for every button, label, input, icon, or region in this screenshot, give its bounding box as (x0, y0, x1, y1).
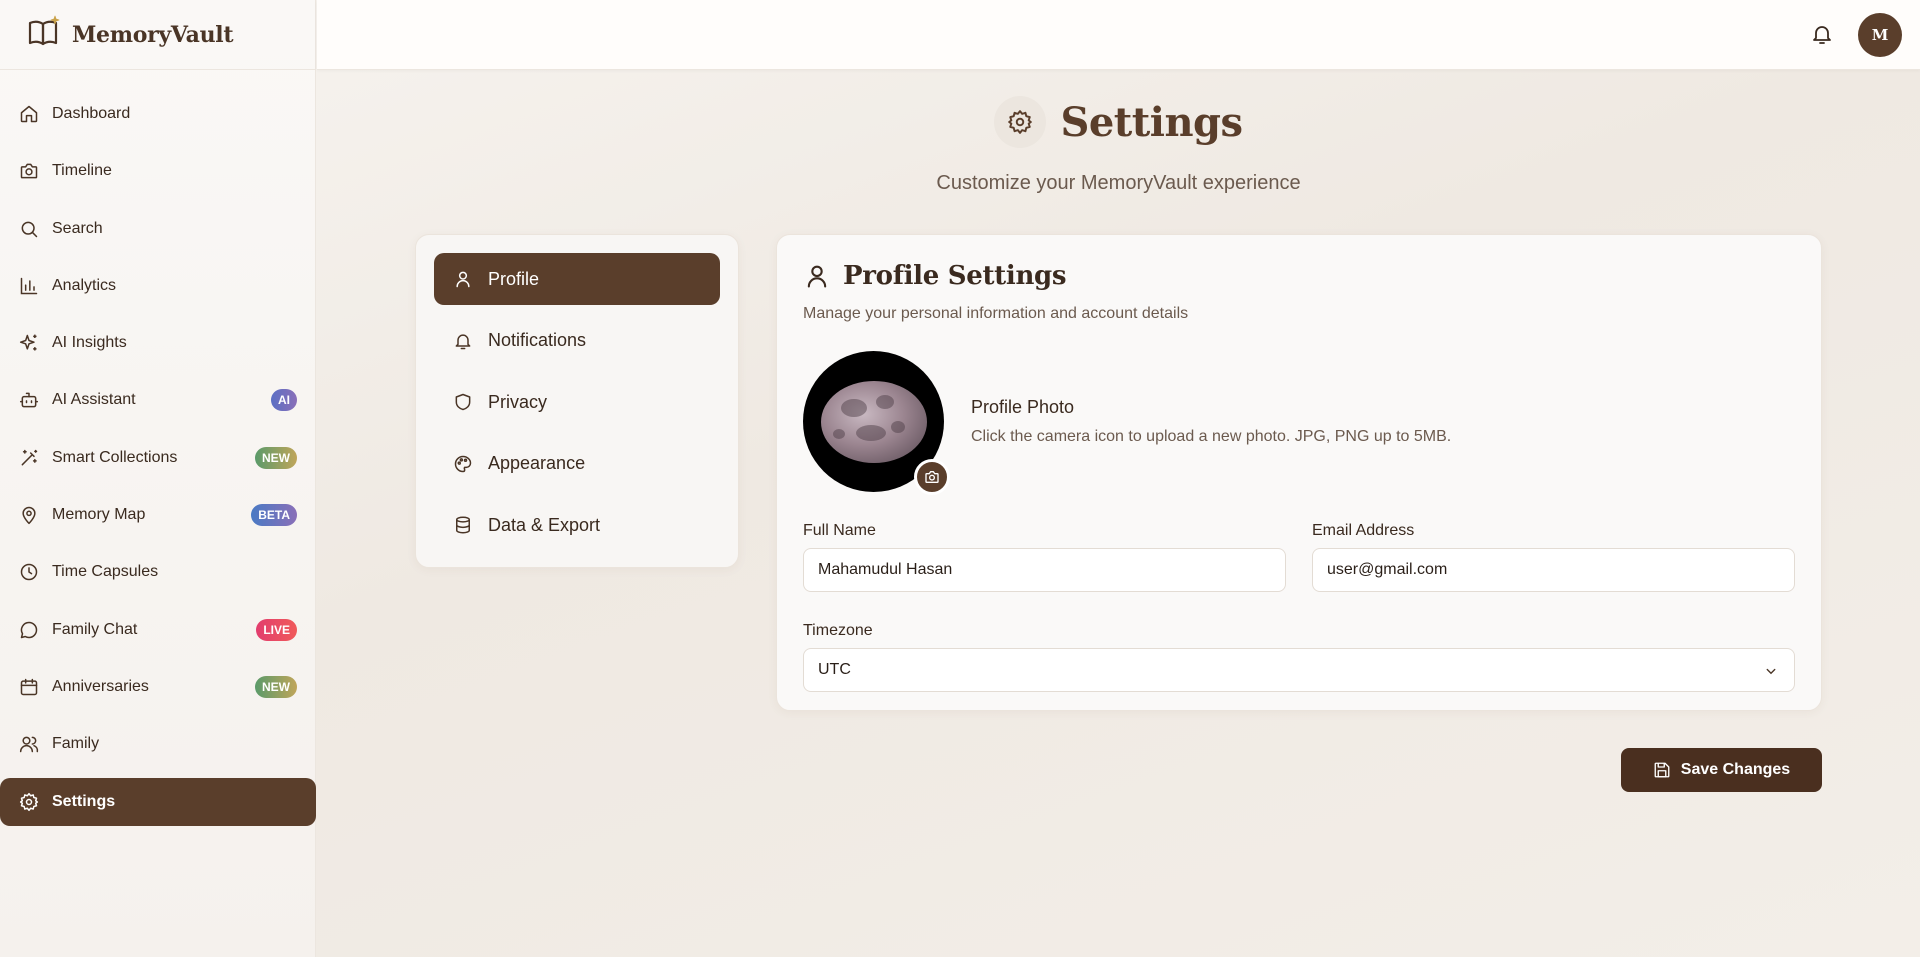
avatar[interactable]: M (1858, 13, 1902, 57)
gear-icon (18, 791, 40, 813)
calendar-icon (18, 676, 40, 698)
settings-tab-label: Data & Export (488, 514, 601, 535)
ai-badge: AI (271, 389, 297, 412)
profile-photo-description: Click the camera icon to upload a new ph… (971, 428, 1452, 445)
settings-tab-label: Privacy (488, 391, 548, 412)
database-icon (452, 514, 474, 536)
save-changes-label: Save Changes (1680, 761, 1791, 778)
page-header: Settings Customize your MemoryVault expe… (317, 96, 1920, 195)
email-input[interactable] (1312, 548, 1795, 592)
settings-menu: Profile Notifications Privacy Appearance… (415, 234, 739, 568)
page-title: Settings (1060, 98, 1243, 146)
sidebar-item-label: Analytics (52, 276, 117, 294)
book-logo-icon (26, 14, 62, 55)
beta-badge: BETA (251, 504, 297, 527)
new-badge: NEW (255, 675, 297, 698)
settings-tab-notifications[interactable]: Notifications (434, 315, 720, 367)
chevron-down-icon (1762, 662, 1780, 680)
users-icon (18, 733, 40, 755)
settings-tab-appearance[interactable]: Appearance (434, 438, 720, 490)
sidebar: MemoryVault Dashboard Timeline Search An… (0, 0, 316, 957)
sidebar-item-label: Smart Collections (52, 448, 178, 466)
sidebar-item-family[interactable]: Family (0, 720, 315, 768)
palette-icon (452, 453, 474, 475)
sidebar-item-smart-collections[interactable]: Smart Collections NEW (0, 434, 315, 482)
timezone-label: Timezone (803, 622, 873, 639)
camera-icon (18, 160, 40, 182)
sidebar-item-settings[interactable]: Settings (0, 777, 316, 826)
settings-tab-label: Appearance (488, 453, 586, 473)
user-icon (803, 262, 831, 290)
page-subtitle: Customize your MemoryVault experience (936, 172, 1301, 194)
search-icon (18, 218, 40, 240)
sparkles-icon (18, 332, 40, 354)
profile-photo-section: Profile Photo Click the camera icon to u… (803, 351, 1795, 495)
brand[interactable]: MemoryVault (0, 0, 315, 70)
sidebar-item-label: Time Capsules (52, 563, 159, 581)
shield-icon (452, 391, 474, 413)
sidebar-item-analytics[interactable]: Analytics (0, 262, 315, 310)
map-pin-icon (18, 504, 40, 526)
timezone-value: UTC (818, 661, 851, 678)
sidebar-item-label: Family (52, 735, 100, 753)
new-badge: NEW (255, 446, 297, 469)
magic-wand-icon (18, 447, 40, 469)
timezone-select[interactable]: UTC (803, 648, 1795, 692)
clock-icon (18, 561, 40, 583)
sidebar-item-label: Search (52, 219, 103, 237)
full-name-input[interactable] (803, 548, 1286, 592)
sidebar-item-memory-map[interactable]: Memory Map BETA (0, 491, 315, 539)
sidebar-item-label: Settings (52, 792, 116, 810)
sidebar-item-search[interactable]: Search (0, 205, 315, 253)
robot-icon (18, 389, 40, 411)
save-changes-button[interactable]: Save Changes (1621, 748, 1822, 792)
sidebar-item-ai-insights[interactable]: AI Insights (0, 319, 315, 367)
gear-icon (994, 96, 1047, 148)
save-icon (1653, 761, 1681, 779)
home-icon (18, 103, 40, 125)
sidebar-item-label: Family Chat (52, 620, 138, 638)
profile-settings-subtitle: Manage your personal information and acc… (803, 305, 1189, 322)
sidebar-item-label: AI Insights (52, 334, 127, 352)
settings-tab-label: Notifications (488, 330, 587, 350)
sidebar-item-dashboard[interactable]: Dashboard (0, 90, 315, 138)
settings-tab-profile[interactable]: Profile (434, 253, 720, 305)
email-label: Email Address (1312, 522, 1415, 539)
moon-image (820, 380, 927, 463)
sidebar-nav: Dashboard Timeline Search Analytics AI I… (0, 70, 316, 826)
sidebar-item-ai-assistant[interactable]: AI Assistant AI (0, 376, 315, 424)
profile-settings-card: Profile Settings Manage your personal in… (776, 234, 1822, 711)
brand-name: MemoryVault (72, 21, 234, 48)
upload-photo-button[interactable] (914, 459, 950, 495)
sidebar-item-label: Memory Map (52, 506, 146, 524)
sidebar-item-label: Anniversaries (52, 677, 149, 695)
settings-tab-label: Profile (488, 268, 540, 289)
sidebar-item-family-chat[interactable]: Family Chat LIVE (0, 606, 315, 654)
notification-bell-icon[interactable] (1810, 22, 1834, 46)
bar-chart-icon (18, 275, 40, 297)
profile-settings-title: Profile Settings (843, 261, 1067, 291)
chat-bubble-icon (18, 619, 40, 641)
sidebar-item-timeline[interactable]: Timeline (0, 147, 315, 195)
user-icon (452, 268, 474, 290)
full-name-label: Full Name (803, 522, 876, 539)
sidebar-item-label: Timeline (52, 162, 112, 180)
live-badge: LIVE (256, 618, 297, 641)
sidebar-item-time-capsules[interactable]: Time Capsules (0, 548, 315, 596)
bell-icon (452, 330, 474, 352)
sidebar-item-label: AI Assistant (52, 391, 136, 409)
settings-tab-privacy[interactable]: Privacy (434, 376, 720, 428)
topbar: M (317, 0, 1920, 70)
sidebar-item-label: Dashboard (52, 105, 131, 122)
profile-photo-title: Profile Photo (971, 397, 1075, 417)
sidebar-item-anniversaries[interactable]: Anniversaries NEW (0, 663, 315, 711)
profile-photo (803, 351, 950, 495)
settings-tab-data-export[interactable]: Data & Export (434, 499, 720, 551)
